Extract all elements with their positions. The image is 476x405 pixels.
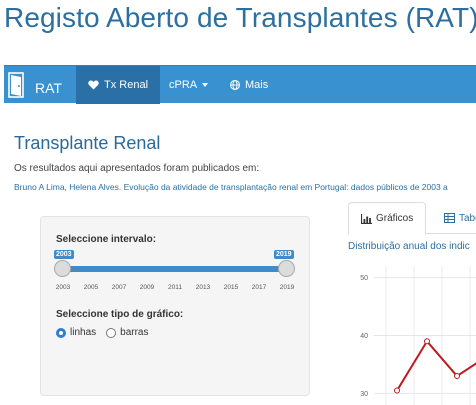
slider-handle-from[interactable] [54, 260, 71, 277]
intro-text: Os resultados aqui apresentados foram pu… [14, 163, 260, 174]
slider-tick: 2019 [279, 284, 295, 291]
year-range-slider[interactable]: 2003 2019 2003 2005 2007 2009 2011 2013 … [54, 250, 295, 294]
radio-linhas[interactable] [56, 327, 66, 338]
page-title: Registo Aberto de Transplantes (RAT) [4, 2, 476, 33]
tab-label: Gráficos [376, 213, 414, 224]
radio-label-barras: barras [120, 327, 149, 338]
slider-tick: 2017 [251, 284, 267, 291]
slider-tick: 2009 [139, 284, 155, 291]
y-tick-label: 50 [360, 275, 368, 282]
heart-icon [88, 80, 99, 90]
radio-label-linhas: linhas [70, 327, 97, 338]
interval-label: Seleccione intervalo: [56, 234, 157, 245]
line-chart: 30 40 50 [360, 266, 476, 405]
y-tick-label: 30 [360, 391, 368, 398]
data-point[interactable] [394, 387, 400, 394]
radio-barras[interactable] [106, 327, 117, 338]
slider-tick: 2013 [195, 284, 211, 291]
nav-item-tx-renal[interactable]: Tx Renal [76, 66, 161, 104]
tab-tabela[interactable]: Tabe [432, 202, 476, 234]
slider-tick: 2015 [223, 284, 239, 291]
citation-link[interactable]: Bruno A Lima, Helena Alves. Evolução da … [14, 182, 448, 192]
tab-graficos[interactable]: Gráficos [348, 202, 427, 235]
chart-type-radio-group: linhas barras [56, 327, 149, 338]
y-tick-label: 40 [360, 333, 368, 340]
door-icon [8, 72, 24, 98]
nav-item-mais[interactable]: Mais [218, 66, 280, 104]
range-to-badge: 2019 [274, 250, 294, 259]
bar-chart-icon [361, 213, 372, 224]
globe-icon [230, 80, 240, 90]
slider-tick: 2003 [55, 284, 71, 291]
tab-bar: Gráficos Tabe [348, 202, 476, 235]
slider-handle-to[interactable] [278, 260, 295, 277]
chart-title: Distribuição anual dos indic [348, 241, 470, 252]
data-point[interactable] [424, 338, 430, 345]
slider-tick: 2007 [111, 284, 127, 291]
slider-tick: 2011 [168, 284, 182, 291]
nav-item-cpra[interactable]: cPRA [157, 66, 220, 104]
range-from-badge: 2003 [54, 250, 74, 259]
nav-item-label: Tx Renal [104, 79, 149, 91]
data-point[interactable] [454, 373, 460, 380]
slider-tick: 2005 [83, 284, 99, 291]
table-icon [444, 213, 455, 223]
nav-item-label: Mais [245, 79, 269, 91]
nav-item-label: cPRA [169, 79, 198, 91]
series-line [396, 339, 476, 392]
slider-track [54, 266, 287, 272]
section-title: Transplante Renal [14, 133, 161, 153]
brand-label: RAT [35, 80, 62, 96]
navbar: RAT Tx Renal cPRA Mais [4, 65, 476, 104]
caret-down-icon [202, 83, 209, 87]
tab-label: Tabe [459, 212, 476, 224]
brand-link[interactable]: RAT [8, 66, 62, 104]
chart-type-label: Seleccione tipo de gráfico: [56, 309, 184, 320]
